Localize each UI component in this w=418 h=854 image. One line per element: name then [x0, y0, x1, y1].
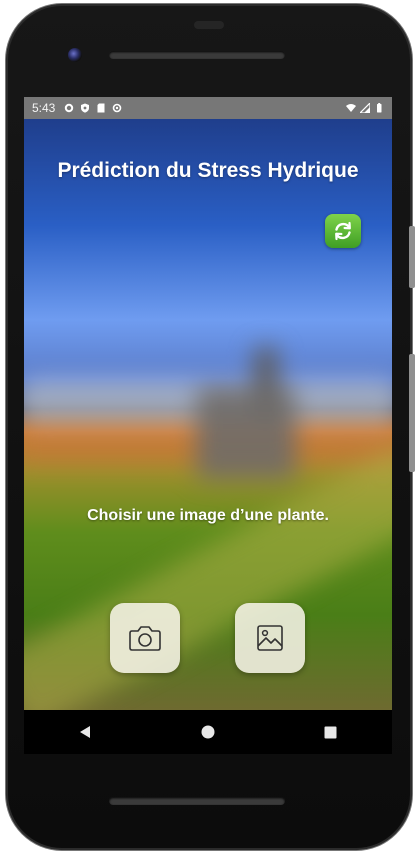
volume-button[interactable]: [409, 354, 415, 472]
background-photo: [24, 119, 392, 710]
app-content: Prédiction du Stress Hydrique Choisir un…: [24, 119, 392, 710]
refresh-icon: [335, 221, 351, 241]
image-gallery-icon: [257, 625, 283, 651]
settings-icon: [65, 103, 74, 113]
status-bar: 5:43: [24, 97, 392, 119]
camera-icon: [129, 626, 161, 651]
battery-icon: [377, 103, 382, 113]
back-icon: [80, 726, 91, 738]
top-speaker: [109, 51, 285, 59]
gallery-button[interactable]: [235, 603, 305, 673]
shield-icon: [81, 103, 90, 113]
power-button[interactable]: [409, 226, 415, 288]
status-time: 5:43: [32, 101, 56, 115]
recents-icon: [324, 726, 337, 738]
home-button[interactable]: [188, 712, 228, 752]
screen: 5:43 Prédiction du Stress Hydrique Chois…: [24, 97, 392, 710]
refresh-button[interactable]: [325, 214, 361, 248]
sync-icon: [113, 103, 122, 113]
camera-button[interactable]: [110, 603, 180, 673]
sd-card-icon: [97, 103, 105, 113]
top-slot: [194, 21, 224, 29]
back-button[interactable]: [65, 712, 105, 752]
bottom-speaker: [109, 797, 285, 805]
front-camera: [68, 48, 82, 62]
app-title: Prédiction du Stress Hydrique: [57, 159, 359, 182]
home-icon: [201, 725, 215, 739]
signal-icon: [360, 103, 370, 113]
choose-image-prompt: Choisir une image d’une plante.: [87, 507, 329, 524]
wifi-icon: [346, 104, 356, 112]
recents-button[interactable]: [311, 712, 351, 752]
navigation-bar: [24, 710, 392, 754]
